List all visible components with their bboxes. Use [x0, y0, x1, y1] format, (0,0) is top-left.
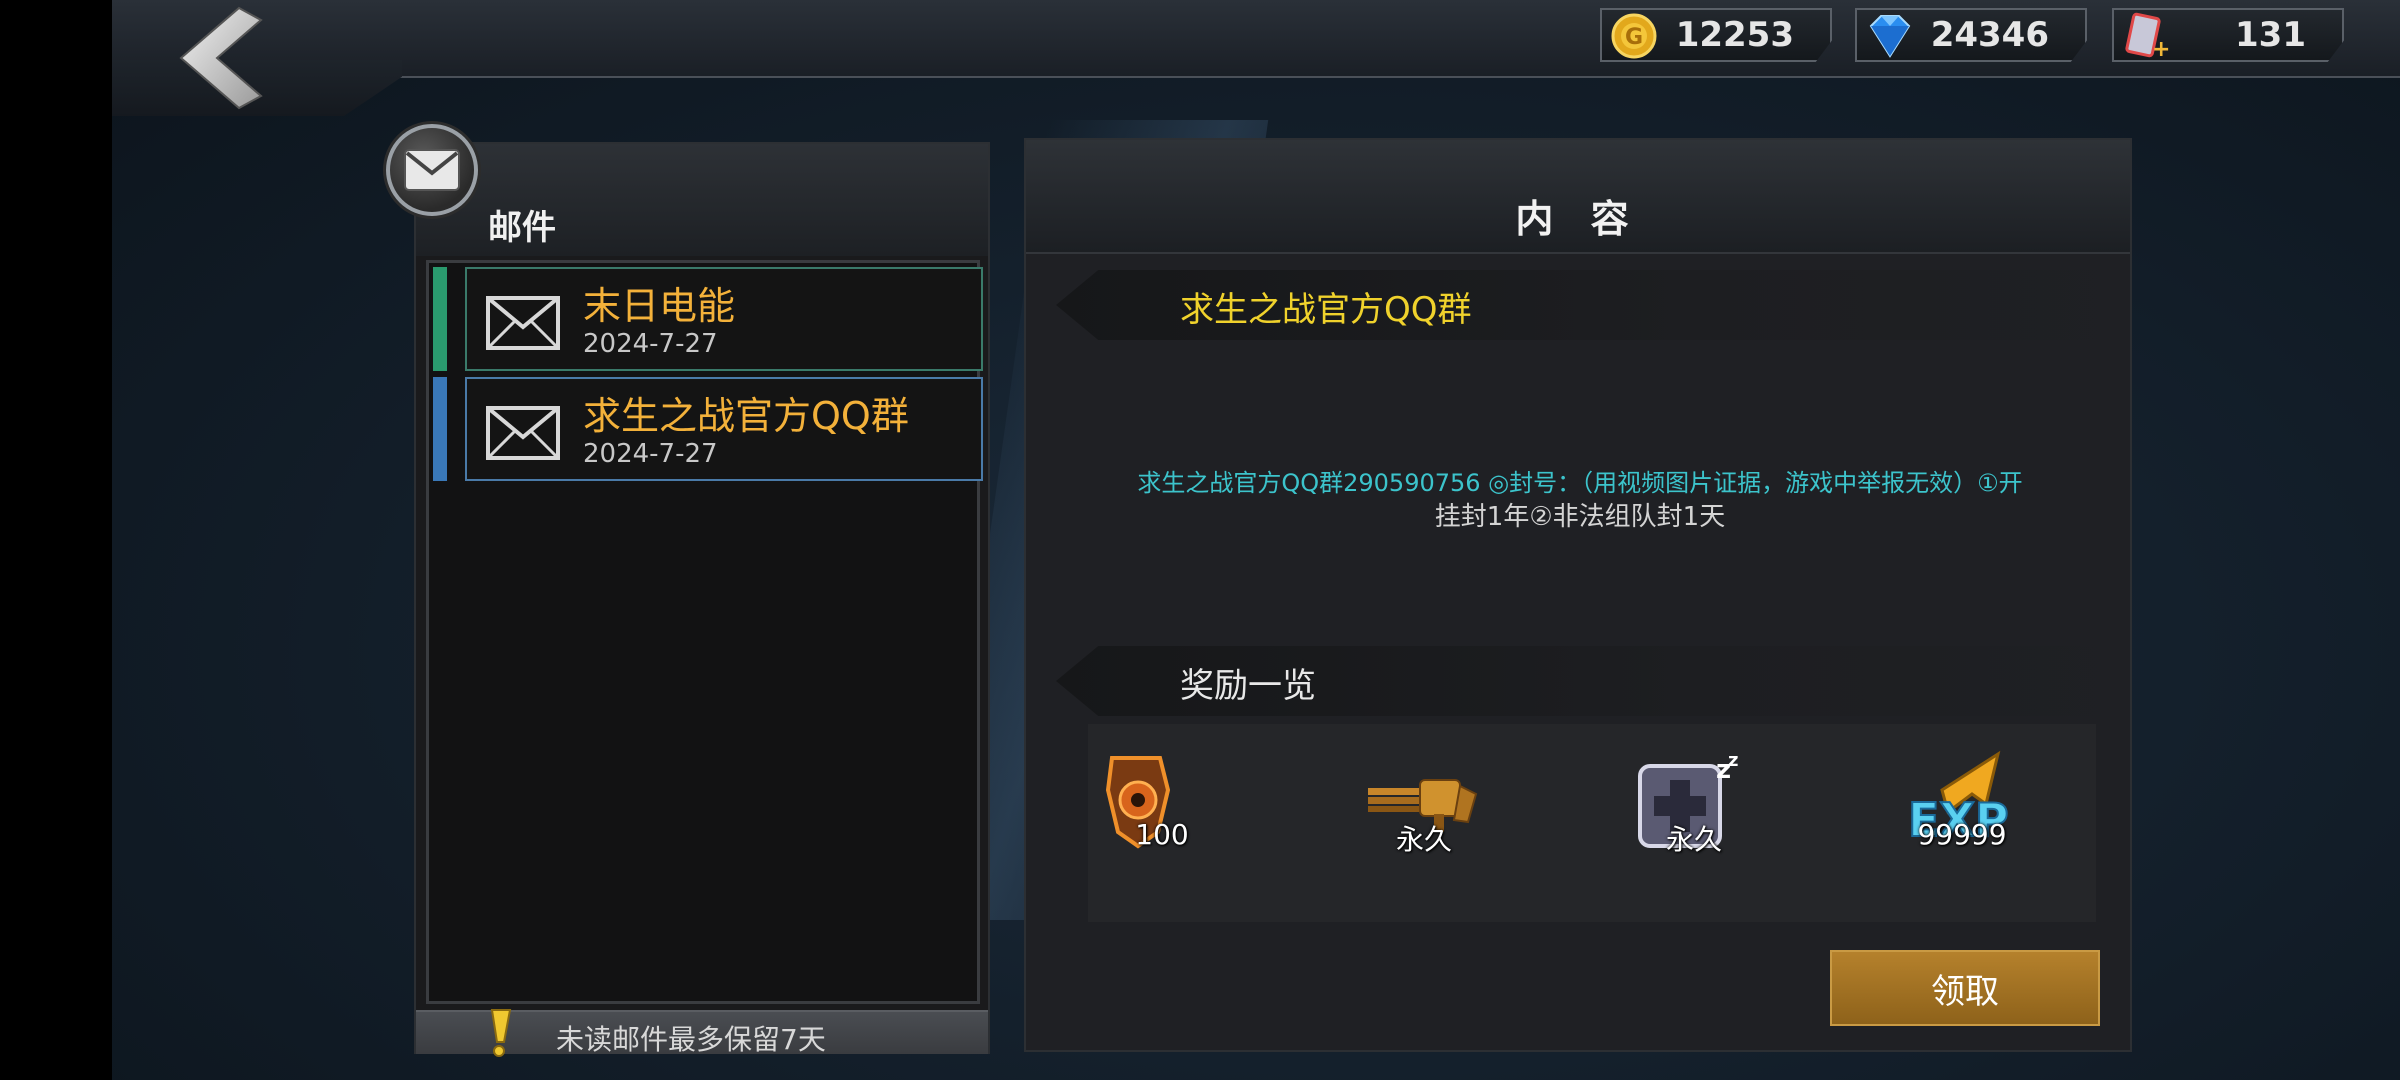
mail-item-selected[interactable]: 求生之战官方QQ群 2024-7-27 — [433, 377, 983, 481]
gold-currency: G 12253 — [1600, 8, 1832, 62]
mail-item-stripe — [433, 267, 447, 371]
chevron-left-icon — [179, 6, 263, 110]
mail-subject: 末日电能 — [583, 284, 736, 328]
diamond-amount: 24346 — [1930, 15, 2049, 55]
mail-body: 求生之战官方QQ群290590756 ◎封号：（用视频图片证据，游戏中举报无效）… — [1066, 466, 2094, 534]
mail-icon — [404, 149, 460, 191]
mail-date: 2024-7-27 — [583, 439, 718, 469]
mail-item[interactable]: 末日电能 2024-7-27 — [433, 267, 983, 371]
mail-subject: 求生之战官方QQ群 — [583, 394, 909, 438]
content-panel: 内 容 求生之战官方QQ群 求生之战官方QQ群290590756 ◎封号：（用视… — [1024, 138, 2132, 1052]
content-header: 内 容 — [1026, 140, 2130, 254]
reward-quantity: 永久 — [1665, 823, 1722, 856]
rewards-list: 100 永久 z z 永久 EXP 99999 — [1088, 724, 2096, 922]
diamond-currency: 24346 — [1855, 8, 2087, 62]
mail-panel-title: 邮件 — [488, 208, 556, 248]
ticket-currency: + 131 — [2112, 8, 2344, 62]
mail-body-line: 挂封1年②非法组队封1天 — [1434, 502, 1726, 532]
mail-list[interactable]: 末日电能 2024-7-27 求生之战官方QQ群 2024-7-27 — [426, 260, 983, 1004]
reward-item[interactable]: z z 永久 — [1634, 750, 1754, 860]
mail-retention-note: 未读邮件最多保留7天 — [556, 1023, 826, 1056]
reward-quantity: 永久 — [1395, 823, 1452, 856]
gold-coin-icon: G — [1611, 13, 1657, 59]
diamond-icon — [1869, 15, 1911, 58]
back-button[interactable] — [172, 4, 272, 112]
exclamation-icon — [490, 1009, 512, 1057]
rewards-heading: 奖励一览 — [1180, 666, 1316, 706]
mail-subject-bar: 求生之战官方QQ群 — [1056, 270, 2112, 340]
mail-footer: 未读邮件最多保留7天 — [416, 1009, 988, 1057]
rewards-bar: 奖励一览 — [1056, 646, 2112, 716]
content-title: 内 容 — [1515, 197, 1641, 241]
mail-subject-heading: 求生之战官方QQ群 — [1180, 290, 1472, 330]
ticket-icon: + — [2125, 12, 2170, 60]
reward-item[interactable]: 永久 — [1364, 750, 1484, 860]
svg-text:z: z — [1728, 750, 1738, 771]
mail-panel-header: 邮件 — [416, 144, 988, 256]
reward-quantity: 100 — [1135, 818, 1189, 851]
envelope-icon — [486, 406, 560, 460]
ticket-amount: 131 — [2235, 15, 2306, 55]
mail-icon-badge — [386, 124, 478, 216]
mail-body-line: 求生之战官方QQ群290590756 ◎封号：（用视频图片证据，游戏中举报无效）… — [1137, 469, 2023, 497]
mail-item-stripe — [433, 377, 447, 481]
svg-text:G: G — [1625, 25, 1643, 50]
reward-item[interactable]: EXP 99999 — [1902, 750, 2022, 860]
mail-item-card: 末日电能 2024-7-27 — [465, 267, 983, 371]
envelope-icon — [486, 296, 560, 350]
mail-date: 2024-7-27 — [583, 329, 718, 359]
gold-amount: 12253 — [1675, 15, 1794, 55]
reward-quantity: 99999 — [1917, 818, 2007, 851]
svg-text:+: + — [2152, 37, 2170, 60]
mail-item-card: 求生之战官方QQ群 2024-7-27 — [465, 377, 983, 481]
reward-item[interactable]: 100 — [1102, 750, 1222, 860]
mail-panel: 邮件 末日电能 2024-7-27 求生之战官方QQ群 2024-7-27 未读… — [414, 142, 990, 1057]
claim-button[interactable]: 领取 — [1830, 950, 2100, 1026]
